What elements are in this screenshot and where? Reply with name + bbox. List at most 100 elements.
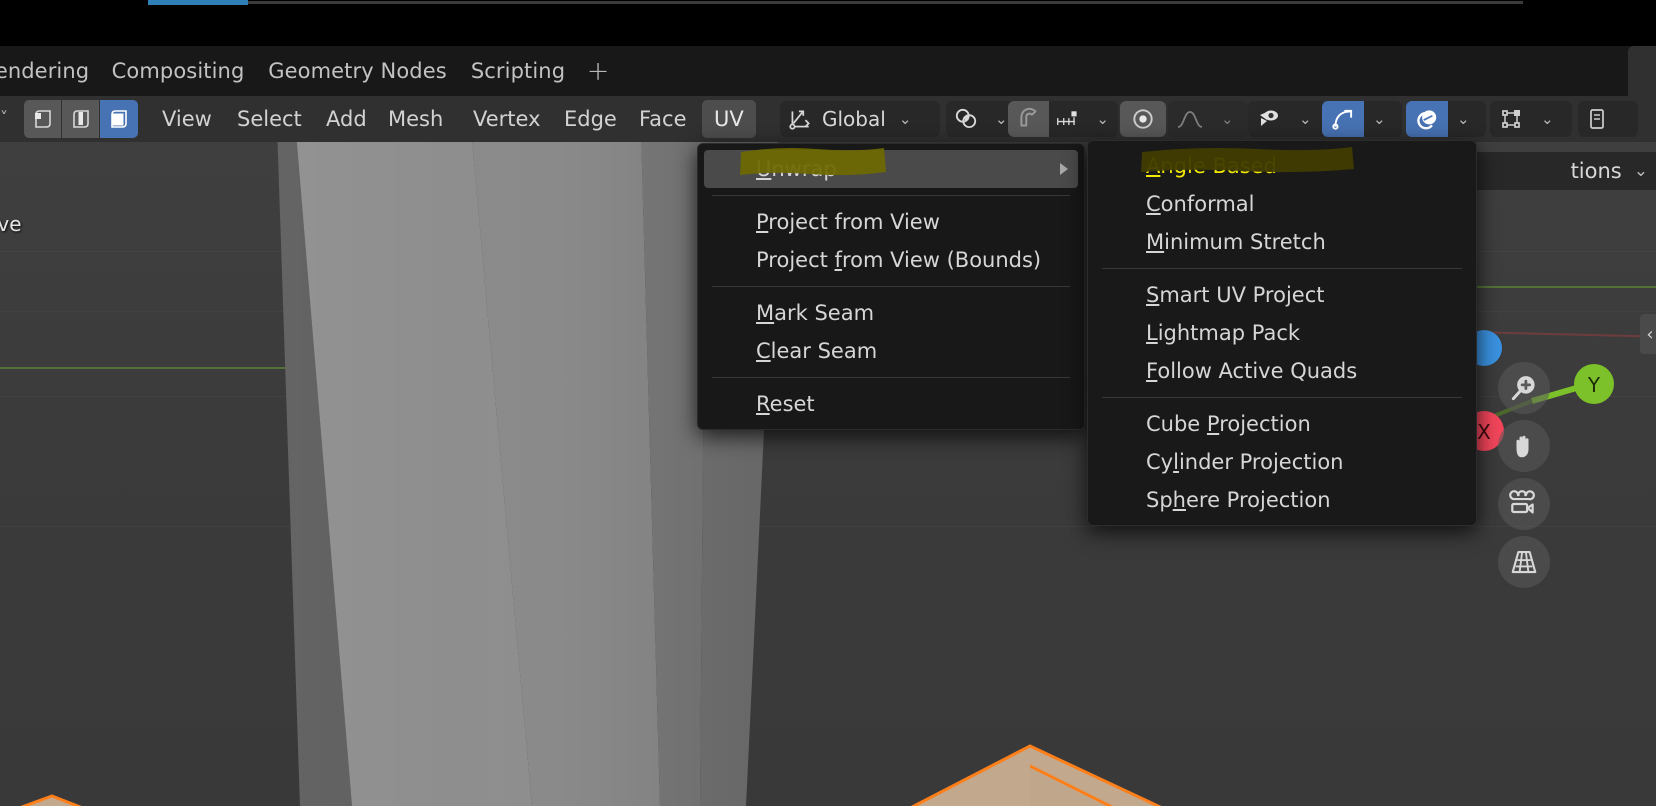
menu-item-label: Reset xyxy=(756,392,815,416)
header-menu-add[interactable]: Add xyxy=(314,100,379,138)
chevron-down-icon[interactable]: ⌄ xyxy=(1532,110,1563,128)
workspace-accent-rail xyxy=(248,1,1523,4)
overlays-dropdown[interactable]: ⌄ xyxy=(1406,101,1486,137)
snap-increment-icon xyxy=(1057,111,1077,125)
header-menu-edge[interactable]: Edge xyxy=(552,100,629,138)
workspace-tab-compositing[interactable]: Compositing xyxy=(108,46,248,96)
overlays-button[interactable] xyxy=(1406,101,1448,137)
menu-item-smart-uv-project[interactable]: Smart UV Project xyxy=(1088,276,1476,314)
menu-item-label: Cylinder Projection xyxy=(1146,450,1344,474)
tabbar-right-cap xyxy=(1628,46,1656,96)
menu-separator xyxy=(712,377,1070,378)
gizmo-axis-y-label: Y xyxy=(1587,373,1601,397)
menu-item-clear-seam[interactable]: Clear Seam xyxy=(698,332,1084,370)
clipped-icon-wrap xyxy=(1578,101,1616,137)
workspace-tab-endering[interactable]: endering xyxy=(0,46,89,96)
transform-orientation-dropdown[interactable]: Global ⌄ xyxy=(780,101,940,137)
chevron-down-icon[interactable]: ⌄ xyxy=(1290,110,1321,128)
snap-toggle-button[interactable] xyxy=(1008,101,1050,137)
menu-item-label: Clear Seam xyxy=(756,339,878,363)
magnifier-plus-icon xyxy=(1511,376,1535,401)
viewport-header: ˅ View Select Add Mesh Vertex Edge Face … xyxy=(0,96,1656,142)
menu-item-minimum-stretch[interactable]: Minimum Stretch xyxy=(1088,223,1476,261)
workspace-tab-geometry-nodes[interactable]: Geometry Nodes xyxy=(268,46,446,96)
chevron-down-icon[interactable]: ⌄ xyxy=(890,110,921,128)
selected-face[interactable] xyxy=(0,686,180,806)
menu-item-mark-seam[interactable]: Mark Seam xyxy=(698,294,1084,332)
menu-item-lightmap-pack[interactable]: Lightmap Pack xyxy=(1088,314,1476,352)
chevron-down-icon[interactable]: ⌄ xyxy=(1448,110,1479,128)
menu-item-label: Mark Seam xyxy=(756,301,875,325)
menu-separator xyxy=(1102,268,1462,269)
pivot-icon-wrap xyxy=(946,101,986,137)
proportional-falloff-dropdown[interactable]: ⌄ xyxy=(1168,101,1248,137)
overlays-icon xyxy=(1417,110,1437,130)
viewport-shading-dropdown[interactable]: ⌄ xyxy=(1490,101,1572,137)
shading-icon-wrap xyxy=(1490,101,1532,137)
viewport-options-dropdown[interactable]: tions ⌄ xyxy=(1452,152,1656,190)
hand-icon xyxy=(1516,435,1529,458)
gizmo-dropdown[interactable]: ⌄ xyxy=(1322,101,1402,137)
pan-view-tool[interactable] xyxy=(1498,420,1550,472)
chevron-left-icon: ‹ xyxy=(1646,323,1654,345)
chevron-down-icon[interactable]: ⌄ xyxy=(1634,161,1648,181)
header-menu-uv[interactable]: UV xyxy=(702,100,756,138)
selected-face[interactable] xyxy=(1030,716,1250,806)
header-menu-select[interactable]: Select xyxy=(225,100,314,138)
menu-item-reset[interactable]: Reset xyxy=(698,385,1084,423)
object-visibility-dropdown[interactable]: ⌄ xyxy=(1248,101,1326,137)
show-gizmo-button[interactable] xyxy=(1322,101,1364,137)
chevron-down-icon[interactable]: ⌄ xyxy=(1087,110,1118,128)
header-menu-mesh[interactable]: Mesh xyxy=(376,100,455,138)
menu-item-label: Unwrap xyxy=(756,157,837,181)
snap-group[interactable]: ⌄ xyxy=(1008,101,1118,137)
show-whole-scene-transparent-icon xyxy=(1260,110,1278,126)
header-menu-vertex[interactable]: Vertex xyxy=(461,100,553,138)
menu-item-cylinder-projection[interactable]: Cylinder Projection xyxy=(1088,443,1476,481)
unwrap-submenu-dropdown[interactable]: Angle Based Conformal Minimum Stretch Smart… xyxy=(1087,140,1477,526)
menu-item-project-from-view[interactable]: Project from View xyxy=(698,203,1084,241)
menu-item-angle-based[interactable]: Angle Based xyxy=(1088,147,1476,185)
workspace-tab-bar: endering Compositing Geometry Nodes Scripti… xyxy=(0,46,1656,96)
menu-item-label: Conformal xyxy=(1146,192,1255,216)
chevron-down-icon[interactable]: ⌄ xyxy=(1364,110,1395,128)
zoom-view-tool[interactable] xyxy=(1498,362,1550,414)
menu-item-label: Follow Active Quads xyxy=(1146,359,1358,383)
window-titlebar-strip xyxy=(0,0,1656,46)
visibility-icon-wrap xyxy=(1248,101,1290,137)
proportional-editing-toggle[interactable] xyxy=(1120,101,1166,137)
magnet-snap-icon xyxy=(1020,107,1037,127)
menu-item-cube-projection[interactable]: Cube Projection xyxy=(1088,405,1476,443)
menu-item-label: Smart UV Project xyxy=(1146,283,1325,307)
viewport-shading-solid-icon xyxy=(1502,110,1520,128)
header-menu-face[interactable]: Face xyxy=(627,100,699,138)
menu-separator xyxy=(712,286,1070,287)
document-icon xyxy=(1590,109,1604,129)
workspace-tab-scripting[interactable]: Scripting xyxy=(466,46,570,96)
menu-item-sphere-projection[interactable]: Sphere Projection xyxy=(1088,481,1476,519)
menu-item-follow-active-quads[interactable]: Follow Active Quads xyxy=(1088,352,1476,390)
viewport-info-text: tive xyxy=(0,212,22,236)
pivot-point-icon xyxy=(955,108,977,129)
submenu-arrow-icon xyxy=(1060,163,1068,175)
add-workspace-button[interactable]: + xyxy=(578,46,618,96)
sidebar-expand-arrow[interactable]: ‹ xyxy=(1640,314,1656,354)
chevron-down-icon[interactable]: ⌄ xyxy=(1212,110,1243,128)
uv-menu-dropdown[interactable]: Unwrap Project from View Project from View… xyxy=(697,143,1085,430)
menu-item-label: Minimum Stretch xyxy=(1146,230,1326,254)
render-properties-button[interactable] xyxy=(1578,101,1638,137)
smooth-falloff-curve-icon xyxy=(1177,111,1203,128)
snap-target-button[interactable] xyxy=(1049,101,1087,137)
camera-view-tool[interactable] xyxy=(1498,478,1550,530)
menu-item-conformal[interactable]: Conformal xyxy=(1088,185,1476,223)
active-workspace-accent xyxy=(148,0,248,5)
menu-item-label: Cube Projection xyxy=(1146,412,1311,436)
menu-item-unwrap[interactable]: Unwrap xyxy=(704,150,1078,188)
menu-item-project-from-view-bounds-[interactable]: Project from View (Bounds) xyxy=(698,241,1084,279)
header-menu-view[interactable]: View xyxy=(150,100,224,138)
menu-item-label: Angle Based xyxy=(1146,154,1277,178)
toggle-projection-tool[interactable] xyxy=(1498,536,1550,588)
proportional-editing-button[interactable] xyxy=(1120,101,1166,137)
menu-item-label: Project from View xyxy=(756,210,940,234)
orientation-icon-wrap xyxy=(780,101,820,137)
